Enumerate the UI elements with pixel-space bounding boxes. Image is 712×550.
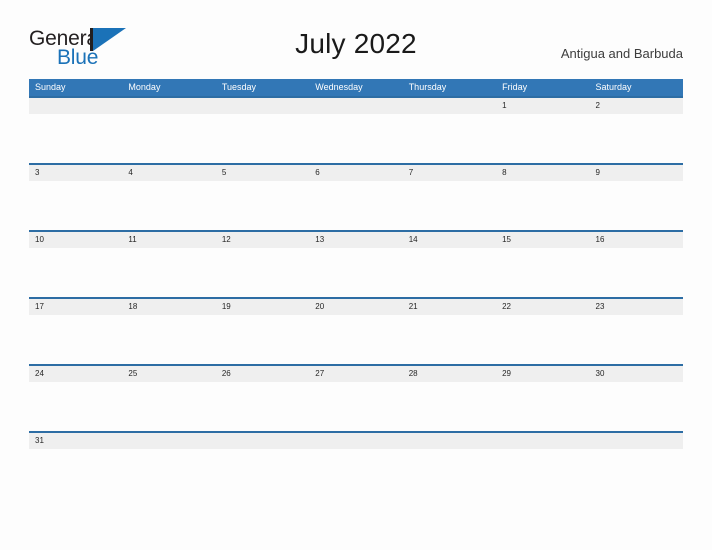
- day-cell[interactable]: [29, 98, 122, 114]
- week-note-area[interactable]: [29, 315, 683, 364]
- day-cell[interactable]: 9: [590, 165, 683, 181]
- day-cell[interactable]: 8: [496, 165, 589, 181]
- week-row: 1 2: [29, 96, 683, 163]
- day-cell[interactable]: 27: [309, 366, 402, 382]
- day-cell[interactable]: 11: [122, 232, 215, 248]
- day-cell[interactable]: [122, 433, 215, 449]
- day-cell[interactable]: [309, 98, 402, 114]
- day-cell[interactable]: 28: [403, 366, 496, 382]
- date-strip: 10 11 12 13 14 15 16: [29, 232, 683, 248]
- week-row: 3 4 5 6 7 8 9: [29, 163, 683, 230]
- day-cell[interactable]: 23: [590, 299, 683, 315]
- date-strip: 3 4 5 6 7 8 9: [29, 165, 683, 181]
- week-row: 10 11 12 13 14 15 16: [29, 230, 683, 297]
- day-cell[interactable]: 29: [496, 366, 589, 382]
- day-cell[interactable]: 10: [29, 232, 122, 248]
- weekday-header-friday: Friday: [502, 82, 528, 92]
- week-note-area[interactable]: [29, 181, 683, 230]
- day-cell[interactable]: 14: [403, 232, 496, 248]
- locale-label: Antigua and Barbuda: [560, 46, 683, 61]
- day-cell[interactable]: 17: [29, 299, 122, 315]
- day-cell[interactable]: 22: [496, 299, 589, 315]
- calendar-table: Sunday Monday Tuesday Wednesday Thursday…: [29, 79, 683, 498]
- date-strip: 31: [29, 433, 683, 449]
- weekday-header-tuesday: Tuesday: [221, 82, 257, 92]
- week-note-area[interactable]: [29, 449, 683, 498]
- week-row: 17 18 19 20 21 22 23: [29, 297, 683, 364]
- week-note-area[interactable]: [29, 382, 683, 431]
- day-cell[interactable]: 15: [496, 232, 589, 248]
- weekday-header-sunday: Sunday: [35, 82, 66, 92]
- day-cell[interactable]: [590, 433, 683, 449]
- weekday-header-row: Sunday Monday Tuesday Wednesday Thursday…: [29, 79, 683, 96]
- date-strip: 17 18 19 20 21 22 23: [29, 299, 683, 315]
- day-cell[interactable]: 3: [29, 165, 122, 181]
- day-cell[interactable]: 12: [216, 232, 309, 248]
- day-cell[interactable]: 24: [29, 366, 122, 382]
- day-cell[interactable]: [403, 433, 496, 449]
- weekday-header-saturday: Saturday: [595, 82, 632, 92]
- day-cell[interactable]: [122, 98, 215, 114]
- week-note-area[interactable]: [29, 114, 683, 163]
- day-cell[interactable]: 20: [309, 299, 402, 315]
- day-cell[interactable]: 21: [403, 299, 496, 315]
- day-cell[interactable]: 18: [122, 299, 215, 315]
- day-cell[interactable]: [496, 433, 589, 449]
- calendar-page: General Blue July 2022 Antigua and Barbu…: [0, 0, 712, 550]
- day-cell[interactable]: 13: [309, 232, 402, 248]
- day-cell[interactable]: 1: [496, 98, 589, 114]
- week-row: 31: [29, 431, 683, 498]
- day-cell[interactable]: 5: [216, 165, 309, 181]
- day-cell[interactable]: 16: [590, 232, 683, 248]
- week-row: 24 25 26 27 28 29 30: [29, 364, 683, 431]
- day-cell[interactable]: 25: [122, 366, 215, 382]
- weekday-header-thursday: Thursday: [408, 82, 447, 92]
- day-cell[interactable]: [216, 98, 309, 114]
- date-strip: 1 2: [29, 98, 683, 114]
- day-cell[interactable]: 2: [590, 98, 683, 114]
- weekday-header-wednesday: Wednesday: [315, 82, 363, 92]
- day-cell[interactable]: 4: [122, 165, 215, 181]
- weekday-header-monday: Monday: [128, 82, 161, 92]
- day-cell[interactable]: 30: [590, 366, 683, 382]
- day-cell[interactable]: [216, 433, 309, 449]
- page-header: General Blue July 2022 Antigua and Barbu…: [0, 0, 712, 76]
- day-cell[interactable]: 31: [29, 433, 122, 449]
- week-note-area[interactable]: [29, 248, 683, 297]
- day-cell[interactable]: [309, 433, 402, 449]
- day-cell[interactable]: 19: [216, 299, 309, 315]
- day-cell[interactable]: 7: [403, 165, 496, 181]
- day-cell[interactable]: 6: [309, 165, 402, 181]
- day-cell[interactable]: [403, 98, 496, 114]
- day-cell[interactable]: 26: [216, 366, 309, 382]
- date-strip: 24 25 26 27 28 29 30: [29, 366, 683, 382]
